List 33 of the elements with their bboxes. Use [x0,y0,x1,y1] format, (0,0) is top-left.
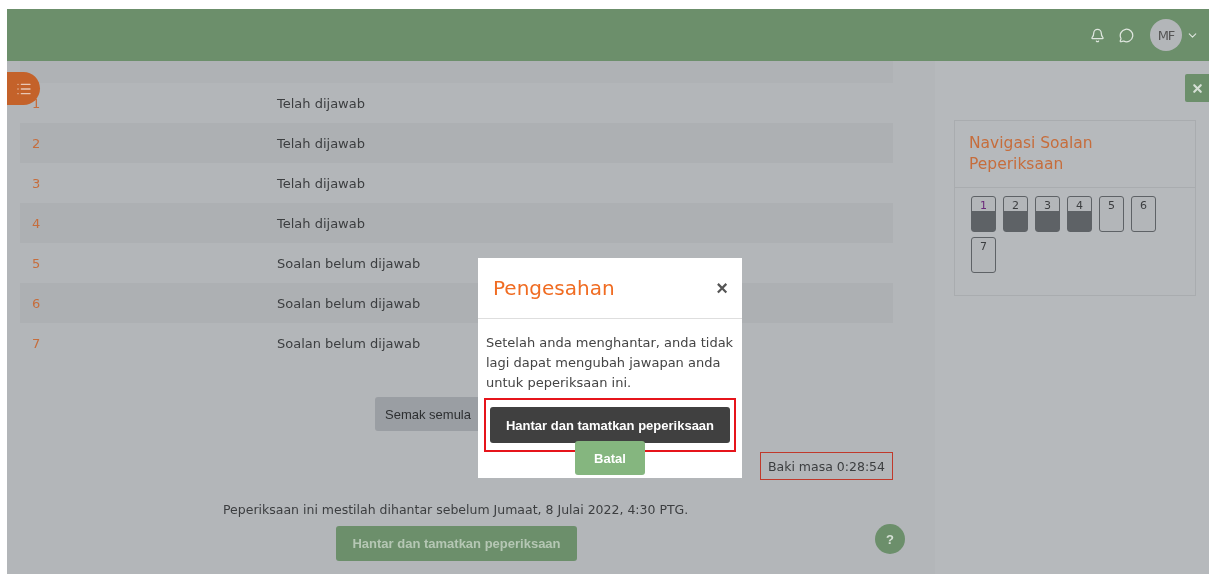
close-button[interactable]: × [716,276,728,300]
close-button[interactable] [1185,74,1209,102]
question-status: Soalan belum dijawab [277,335,421,351]
question-tile[interactable]: 2 [1003,196,1028,232]
close-icon [1190,81,1204,95]
question-number: 2 [31,135,42,151]
question-status: Telah dijawab [277,95,365,111]
bell-icon[interactable] [1090,27,1105,43]
user-avatar[interactable]: MF [1150,19,1182,51]
deadline-text: Peperiksaan ini mestilah dihantar sebelum Jumaat, 8 Julai 2022, 4:30 PTG. [223,502,690,517]
question-status: Soalan belum dijawab [277,255,421,271]
dialog-message: Setelah anda menghantar, anda tidak lagi dapat mengubah jawapan anda untuk peperiksaan ini. [485,334,735,392]
question-number: 3 [31,175,42,191]
dialog-title: Pengesahan [493,276,615,300]
question-status: Telah dijawab [277,215,365,231]
timer: Baki masa 0:28:54 [759,452,893,480]
question-status: Telah dijawab [277,175,365,191]
chat-icon[interactable] [1119,27,1134,43]
navigation-title: Navigasi Soalan Peperiksaan [955,121,1195,188]
question-tile[interactable]: 6 [1131,196,1156,232]
question-tile[interactable]: 4 [1067,196,1092,232]
question-number: 7 [31,335,42,351]
question-status: Telah dijawab [277,135,365,151]
question-status: Soalan belum dijawab [277,295,421,311]
question-tile[interactable]: 1 [971,196,996,232]
confirm-button[interactable]: Hantar dan tamatkan peperiksaan [490,407,730,443]
question-tile[interactable]: 7 [971,237,996,273]
question-tile[interactable]: 3 [1035,196,1060,232]
help-button[interactable]: ? [875,524,905,554]
question-number: 6 [31,295,42,311]
question-number: 4 [31,215,42,231]
question-number: 5 [31,255,42,271]
question-tile[interactable]: 5 [1099,196,1124,232]
